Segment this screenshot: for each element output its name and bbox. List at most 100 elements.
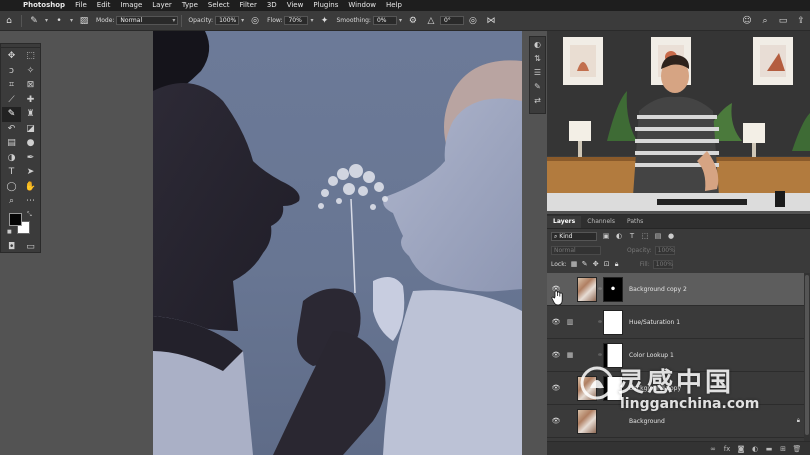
filter-toggle-icon[interactable]: ● — [667, 232, 675, 240]
chevron-down-icon[interactable]: ▾ — [45, 17, 48, 24]
lock-position-icon[interactable]: ✥ — [593, 260, 600, 268]
type-icon[interactable]: T — [2, 165, 21, 180]
adjustments-panel-icon[interactable]: ⇅ — [530, 51, 545, 65]
menu-3d[interactable]: 3D — [262, 0, 282, 11]
chevron-down-icon[interactable]: ▾ — [310, 17, 313, 24]
brush-size-icon[interactable]: • — [53, 15, 65, 27]
layer-name[interactable]: Background — [629, 418, 665, 425]
new-layer-icon[interactable]: ⊞ — [776, 445, 790, 453]
menu-app-name[interactable]: Photoshop — [18, 0, 70, 11]
smoothing-options-icon[interactable]: ⚙ — [407, 15, 419, 27]
menu-image[interactable]: Image — [115, 0, 147, 11]
eraser-icon[interactable]: ◪ — [21, 122, 40, 137]
hand-icon[interactable]: ✋ — [21, 180, 40, 195]
link-layers-icon[interactable]: ∞ — [706, 445, 720, 453]
new-group-icon[interactable]: ▬ — [762, 445, 776, 453]
filter-adjustment-icon[interactable]: ◐ — [615, 232, 623, 240]
layer-name[interactable]: Background copy — [629, 385, 681, 392]
marquee-icon[interactable]: ⬚ — [21, 49, 40, 64]
tab-layers[interactable]: Layers — [547, 216, 582, 228]
move-icon[interactable]: ✥ — [2, 49, 21, 64]
opacity-field[interactable]: 100% — [215, 16, 240, 25]
filter-type-icon[interactable]: T — [628, 232, 636, 240]
layer-row[interactable]: 👁︎ ▥ ∞ Hue/Saturation 1 — [547, 306, 810, 339]
crop-icon[interactable]: ⌗ — [2, 78, 21, 93]
flow-field[interactable]: 70% — [284, 16, 309, 25]
layer-thumbnail[interactable] — [577, 276, 597, 302]
visibility-eye-icon[interactable]: 👁︎ — [547, 318, 565, 326]
pressure-opacity-icon[interactable]: ◎ — [249, 15, 261, 27]
airbrush-icon[interactable]: ✦ — [319, 15, 331, 27]
menu-type[interactable]: Type — [177, 0, 203, 11]
tab-paths[interactable]: Paths — [621, 216, 649, 228]
eyedropper-icon[interactable]: ⟋ — [2, 93, 21, 108]
dodge-icon[interactable]: ◑ — [2, 151, 21, 166]
layer-row[interactable]: 👁︎ ▦ ∞ Color Lookup 1 — [547, 339, 810, 372]
brush-icon[interactable]: ✎ — [2, 107, 21, 122]
symmetry-icon[interactable]: ⋈ — [485, 15, 497, 27]
menu-view[interactable]: View — [282, 0, 309, 11]
shape-icon[interactable]: ◯ — [2, 180, 21, 195]
brush-settings-icon[interactable]: ▨ — [78, 15, 90, 27]
add-mask-icon[interactable]: ◙ — [734, 445, 748, 453]
layer-row[interactable]: 👁︎ ∞ Background copy — [547, 372, 810, 405]
lasso-icon[interactable]: ↄ — [2, 64, 21, 79]
healing-icon[interactable]: ✚ — [21, 93, 40, 108]
pressure-size-icon[interactable]: ◎ — [467, 15, 479, 27]
layer-mask-thumbnail[interactable] — [603, 342, 623, 368]
menu-filter[interactable]: Filter — [235, 0, 262, 11]
brush-panel-icon[interactable]: ✎ — [530, 79, 545, 93]
share-export-icon[interactable]: ⇪ — [795, 15, 807, 27]
filter-pixel-icon[interactable]: ▣ — [602, 232, 610, 240]
workspace-icon[interactable]: ▭ — [777, 15, 789, 27]
lock-artboard-icon[interactable]: ⊡ — [604, 260, 611, 268]
visibility-eye-icon[interactable]: 👁︎ — [547, 384, 565, 392]
color-panel-icon[interactable]: ◐ — [530, 37, 545, 51]
angle-field[interactable]: 0° — [439, 16, 464, 25]
document-canvas[interactable] — [153, 31, 522, 455]
search-icon[interactable]: ⌕ — [759, 15, 771, 27]
frame-icon[interactable]: ⊠ — [21, 78, 40, 93]
default-colors-icon[interactable]: ■ — [7, 229, 12, 235]
share-icon[interactable]: ☺ — [741, 15, 753, 27]
brush-preset-icon[interactable]: ✎ — [28, 15, 40, 27]
smoothing-field[interactable]: 0% — [372, 16, 397, 25]
filter-smart-object-icon[interactable]: ▤ — [654, 232, 662, 240]
magic-wand-icon[interactable]: ✧ — [21, 64, 40, 79]
chevron-down-icon[interactable]: ▾ — [399, 17, 402, 24]
chevron-down-icon[interactable]: ▾ — [70, 17, 73, 24]
layer-style-icon[interactable]: fx — [720, 445, 734, 453]
menu-layer[interactable]: Layer — [147, 0, 177, 11]
layer-mask-thumbnail[interactable] — [603, 276, 623, 302]
zoom-icon[interactable]: ⌕ — [2, 194, 21, 209]
gradient-icon[interactable]: ▤ — [2, 136, 21, 151]
new-adjustment-icon[interactable]: ◐ — [748, 445, 762, 453]
home-icon[interactable]: ⌂ — [3, 15, 15, 27]
menu-window[interactable]: Window — [343, 0, 381, 11]
paths-panel-icon[interactable]: ⇄ — [530, 93, 545, 107]
delete-layer-icon[interactable]: 🗑︎ — [790, 445, 804, 453]
layer-row[interactable]: 👁︎ ∞ Background copy 2 — [547, 273, 810, 306]
layer-thumbnail[interactable] — [577, 375, 597, 401]
menu-help[interactable]: Help — [381, 0, 407, 11]
lock-transparent-icon[interactable]: ▦ — [571, 260, 578, 268]
layer-name[interactable]: Background copy 2 — [629, 286, 687, 293]
blur-icon[interactable]: ● — [21, 136, 40, 151]
blend-mode-select[interactable]: Normal — [551, 245, 601, 255]
lock-all-icon[interactable]: 🔒︎ — [615, 260, 622, 268]
filter-kind-select[interactable]: ⌕ Kind — [551, 231, 597, 241]
screen-mode-icon[interactable]: ▭ — [21, 240, 40, 255]
more-icon[interactable]: ⋯ — [21, 194, 40, 209]
scrollbar-thumb[interactable] — [805, 275, 809, 435]
layer-row[interactable]: 👁︎ Background 🔒︎ — [547, 405, 810, 438]
fill-field[interactable]: 100% — [652, 259, 673, 269]
quick-mask-icon[interactable]: ◘ — [2, 240, 21, 255]
stamp-icon[interactable]: ♜ — [21, 107, 40, 122]
chevron-down-icon[interactable]: ▾ — [241, 17, 244, 24]
foreground-color-swatch[interactable] — [9, 212, 22, 226]
menu-edit[interactable]: Edit — [92, 0, 116, 11]
layer-mask-thumbnail[interactable] — [603, 309, 623, 335]
mode-select[interactable]: Normal — [116, 16, 179, 25]
pen-icon[interactable]: ✒ — [21, 151, 40, 166]
filter-shape-icon[interactable]: ⬚ — [641, 232, 649, 240]
